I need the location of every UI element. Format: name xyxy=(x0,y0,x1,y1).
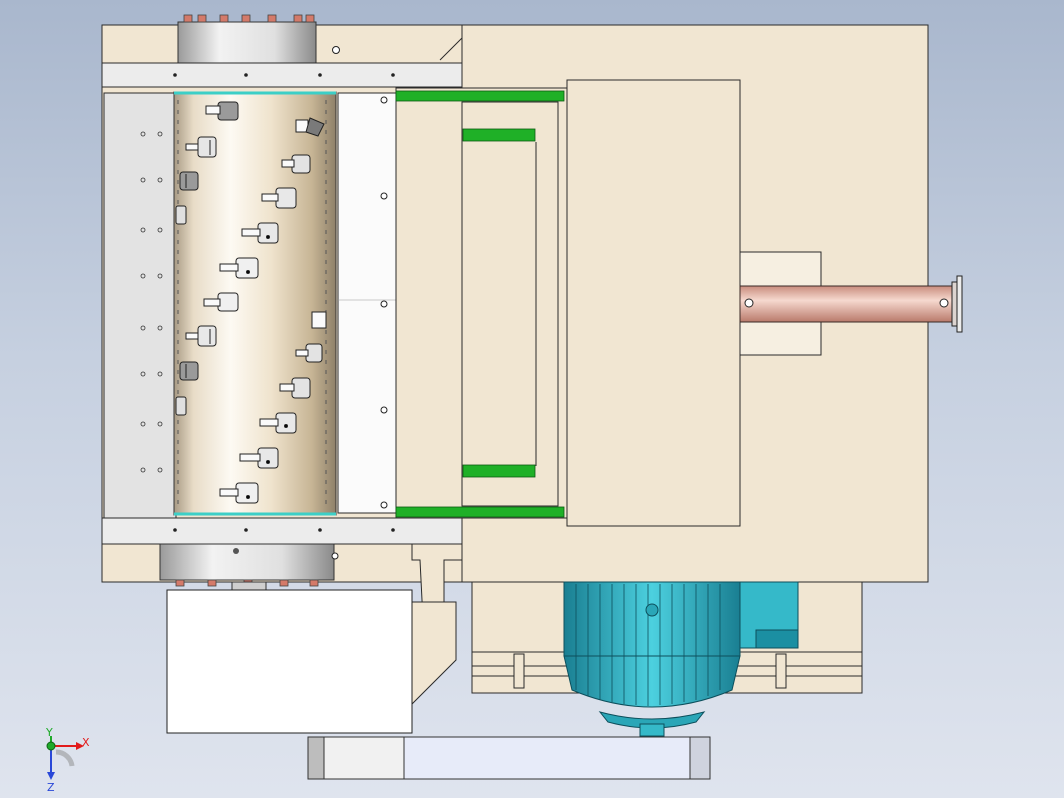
top-cross-plate xyxy=(101,62,463,88)
triad-origin xyxy=(46,741,56,751)
bottom-cross-plate xyxy=(101,517,463,545)
bottom-hub-hole xyxy=(233,548,239,554)
bottom-hub-rim xyxy=(231,581,267,591)
triad-z-arrow xyxy=(47,772,55,780)
cutter xyxy=(175,396,187,416)
top-bearing-hub xyxy=(177,21,317,65)
cutter xyxy=(311,311,327,329)
green-bar-top xyxy=(395,90,565,102)
drive-shaft xyxy=(739,285,953,323)
green-bar-upper xyxy=(462,128,536,142)
base-clamp-left xyxy=(513,653,525,689)
coordinate-triad[interactable]: X Y Z xyxy=(45,726,90,794)
triad-y-label: Y xyxy=(45,726,53,739)
cutter xyxy=(175,205,187,225)
base-plate-edge-left xyxy=(307,736,325,780)
left-screen-plate xyxy=(103,92,177,519)
triad-z-label: Z xyxy=(47,781,55,794)
top-hub-bolts xyxy=(183,14,315,23)
triad-x-label: X xyxy=(82,736,90,749)
pivot-support xyxy=(411,601,457,706)
cad-viewport[interactable]: X Y Z xyxy=(0,0,1064,798)
cutter xyxy=(179,171,199,191)
base-clamp-right xyxy=(775,653,787,689)
triad-shadow xyxy=(55,749,75,767)
shaft-bolt-left xyxy=(744,298,754,308)
base-plate-edge-right xyxy=(689,736,711,780)
shaft-bolt-right xyxy=(939,298,949,308)
inner-housing-plate xyxy=(566,79,741,527)
rail-inner xyxy=(461,101,559,507)
assembly-drawing: X Y Z xyxy=(45,14,963,794)
green-bar-bottom xyxy=(395,506,565,518)
green-bar-lower xyxy=(462,464,536,478)
cutter xyxy=(179,361,199,381)
shaft-end-cap xyxy=(956,275,963,333)
frame-hole-top xyxy=(332,46,340,54)
control-box xyxy=(166,589,413,734)
bottom-bearing-hub xyxy=(159,543,335,581)
frame-hole-bottom xyxy=(331,552,339,560)
